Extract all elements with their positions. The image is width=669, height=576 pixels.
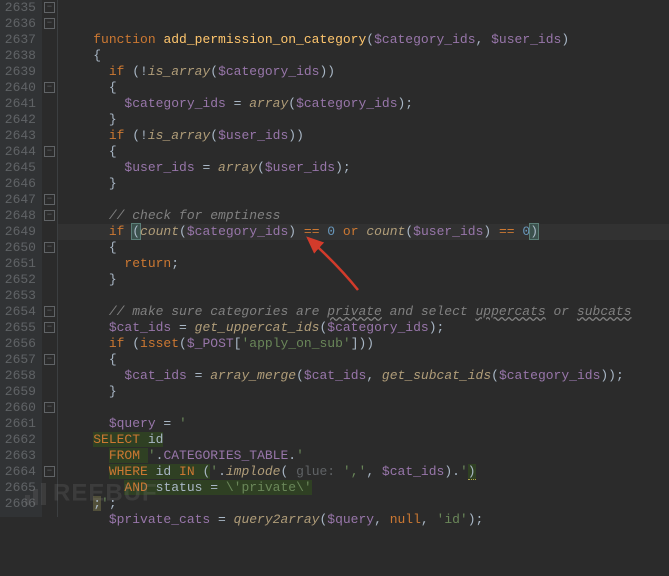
line-number: 2657 — [0, 352, 36, 368]
line-number: 2648 — [0, 208, 36, 224]
code-line[interactable]: SELECT id — [62, 432, 669, 448]
code-line[interactable]: return; — [62, 256, 669, 272]
code-line[interactable]: { — [62, 240, 669, 256]
line-number: 2643 — [0, 128, 36, 144]
code-area[interactable]: function add_permission_on_category($cat… — [58, 0, 669, 517]
fold-toggle-icon[interactable]: − — [44, 146, 55, 157]
code-line[interactable] — [62, 288, 669, 304]
fold-toggle-icon[interactable]: − — [44, 306, 55, 317]
code-line[interactable] — [62, 528, 669, 544]
code-line[interactable]: } — [62, 384, 669, 400]
fold-toggle-icon[interactable]: − — [44, 354, 55, 365]
fold-toggle-icon[interactable]: − — [44, 322, 55, 333]
fold-toggle-icon[interactable]: − — [44, 82, 55, 93]
line-number: 2665 — [0, 480, 36, 496]
code-line[interactable]: // make sure categories are private and … — [62, 304, 669, 320]
line-number: 2636 — [0, 16, 36, 32]
code-line[interactable]: { — [62, 80, 669, 96]
code-line[interactable]: if (!is_array($category_ids)) — [62, 64, 669, 80]
line-number: 2666 — [0, 496, 36, 512]
code-line[interactable]: { — [62, 48, 669, 64]
line-number: 2645 — [0, 160, 36, 176]
line-number: 2654 — [0, 304, 36, 320]
fold-toggle-icon[interactable]: − — [44, 18, 55, 29]
code-line[interactable]: $private_cats = query2array($query, null… — [62, 512, 669, 528]
code-line[interactable] — [62, 400, 669, 416]
code-line[interactable]: AND status = \'private\' — [62, 480, 669, 496]
fold-toggle-icon[interactable]: − — [44, 242, 55, 253]
line-number: 2658 — [0, 368, 36, 384]
code-line[interactable]: $cat_ids = get_uppercat_ids($category_id… — [62, 320, 669, 336]
fold-toggle-icon[interactable]: − — [44, 194, 55, 205]
line-number: 2655 — [0, 320, 36, 336]
code-line[interactable]: $user_ids = array($user_ids); — [62, 160, 669, 176]
code-line[interactable]: } — [62, 272, 669, 288]
line-number: 2663 — [0, 448, 36, 464]
line-number: 2661 — [0, 416, 36, 432]
line-number: 2651 — [0, 256, 36, 272]
line-number: 2644 — [0, 144, 36, 160]
code-line[interactable]: } — [62, 112, 669, 128]
line-number: 2638 — [0, 48, 36, 64]
code-editor[interactable]: 2635263626372638263926402641264226432644… — [0, 0, 669, 517]
line-number: 2656 — [0, 336, 36, 352]
line-number: 2646 — [0, 176, 36, 192]
fold-toggle-icon[interactable]: − — [44, 466, 55, 477]
code-line[interactable]: if (!is_array($user_ids)) — [62, 128, 669, 144]
code-line[interactable]: { — [62, 144, 669, 160]
line-number-gutter: 2635263626372638263926402641264226432644… — [0, 0, 42, 517]
line-number: 2639 — [0, 64, 36, 80]
line-number: 2652 — [0, 272, 36, 288]
code-line[interactable]: if (count($category_ids) == 0 or count($… — [58, 224, 669, 240]
line-number: 2659 — [0, 384, 36, 400]
line-number: 2664 — [0, 464, 36, 480]
code-line[interactable]: { — [62, 352, 669, 368]
line-number: 2653 — [0, 288, 36, 304]
code-line[interactable]: function add_permission_on_category($cat… — [62, 32, 669, 48]
fold-toggle-icon[interactable]: − — [44, 210, 55, 221]
line-number: 2662 — [0, 432, 36, 448]
line-number: 2635 — [0, 0, 36, 16]
code-line[interactable]: $cat_ids = array_merge($cat_ids, get_sub… — [62, 368, 669, 384]
code-line[interactable]: // check for emptiness — [62, 208, 669, 224]
code-line[interactable]: } — [62, 176, 669, 192]
fold-column[interactable]: − − − − − − − − − − − − — [42, 0, 58, 517]
fold-toggle-icon[interactable]: − — [44, 2, 55, 13]
line-number: 2650 — [0, 240, 36, 256]
fold-toggle-icon[interactable]: − — [44, 402, 55, 413]
line-number: 2647 — [0, 192, 36, 208]
code-line[interactable]: FROM '.CATEGORIES_TABLE.' — [62, 448, 669, 464]
line-number: 2649 — [0, 224, 36, 240]
line-number: 2642 — [0, 112, 36, 128]
code-line[interactable] — [62, 192, 669, 208]
code-line[interactable]: ;'; — [62, 496, 669, 512]
code-line[interactable]: $category_ids = array($category_ids); — [62, 96, 669, 112]
line-number: 2660 — [0, 400, 36, 416]
line-number: 2640 — [0, 80, 36, 96]
line-number: 2641 — [0, 96, 36, 112]
code-line[interactable]: $query = ' — [62, 416, 669, 432]
line-number: 2637 — [0, 32, 36, 48]
code-line[interactable]: WHERE id IN ('.implode( glue: ',', $cat_… — [62, 464, 669, 480]
code-line[interactable]: if (isset($_POST['apply_on_sub'])) — [62, 336, 669, 352]
